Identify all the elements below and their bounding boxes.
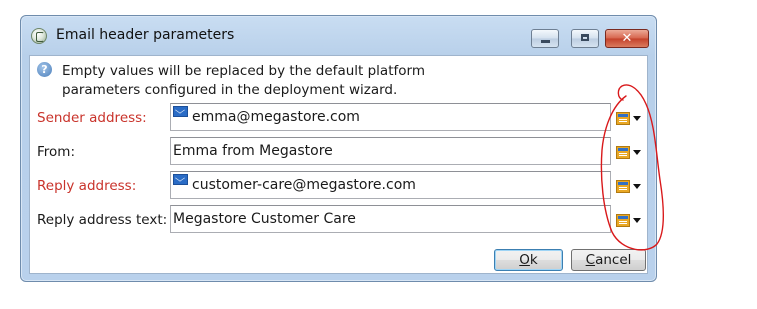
reply-address-text-field[interactable]: Megastore Customer Care xyxy=(170,205,611,233)
from-label: From: xyxy=(37,144,75,160)
chevron-down-icon xyxy=(633,116,641,121)
info-message-line2: parameters configured in the deployment … xyxy=(62,82,398,98)
reply-address-text-label: Reply address text: xyxy=(37,212,168,228)
from-value: Emma from Megastore xyxy=(173,143,333,159)
chevron-down-icon xyxy=(633,184,641,189)
minimize-button[interactable] xyxy=(531,29,559,48)
dialog-content: ? Empty values will be replaced by the d… xyxy=(29,55,648,274)
close-icon: ✕ xyxy=(621,31,633,46)
help-icon: ? xyxy=(37,62,52,77)
maximize-button[interactable] xyxy=(571,29,599,48)
minimize-icon xyxy=(541,40,550,43)
expression-editor-icon xyxy=(616,146,630,159)
mail-icon xyxy=(173,174,188,185)
ok-mnemonic: O xyxy=(519,252,530,268)
info-message-line1: Empty values will be replaced by the def… xyxy=(62,63,425,79)
sender-address-field[interactable]: emma@megastore.com xyxy=(170,103,611,131)
from-picker-button[interactable] xyxy=(616,144,644,162)
expression-editor-icon xyxy=(616,112,630,125)
info-message: Empty values will be replaced by the def… xyxy=(62,62,462,100)
chevron-down-icon xyxy=(633,218,641,223)
expression-editor-icon xyxy=(616,214,630,227)
mail-icon xyxy=(173,106,188,117)
reply-address-picker-button[interactable] xyxy=(616,178,644,196)
reply-address-text-value: Megastore Customer Care xyxy=(173,211,356,227)
close-button[interactable]: ✕ xyxy=(605,29,649,48)
sender-address-value: emma@megastore.com xyxy=(192,109,360,125)
app-icon xyxy=(31,28,47,44)
from-field[interactable]: Emma from Megastore xyxy=(170,137,611,165)
ok-label: k xyxy=(529,252,538,268)
sender-address-picker-button[interactable] xyxy=(616,110,644,128)
sender-address-label: Sender address: xyxy=(37,110,147,126)
maximize-icon xyxy=(581,34,589,41)
title-bar[interactable]: Email header parameters ✕ xyxy=(21,16,656,50)
reply-address-label: Reply address: xyxy=(37,178,137,194)
chevron-down-icon xyxy=(633,150,641,155)
reply-address-value: customer-care@megastore.com xyxy=(192,177,416,193)
cancel-label: ancel xyxy=(595,252,632,268)
window-title: Email header parameters xyxy=(56,27,235,43)
email-header-parameters-dialog: Email header parameters ✕ ? Empty values… xyxy=(20,15,657,282)
cancel-button[interactable]: Cancel xyxy=(571,249,646,271)
expression-editor-icon xyxy=(616,180,630,193)
reply-address-text-picker-button[interactable] xyxy=(616,212,644,230)
reply-address-field[interactable]: customer-care@megastore.com xyxy=(170,171,611,199)
cancel-mnemonic: C xyxy=(585,252,596,268)
ok-button[interactable]: Ok xyxy=(494,249,563,271)
